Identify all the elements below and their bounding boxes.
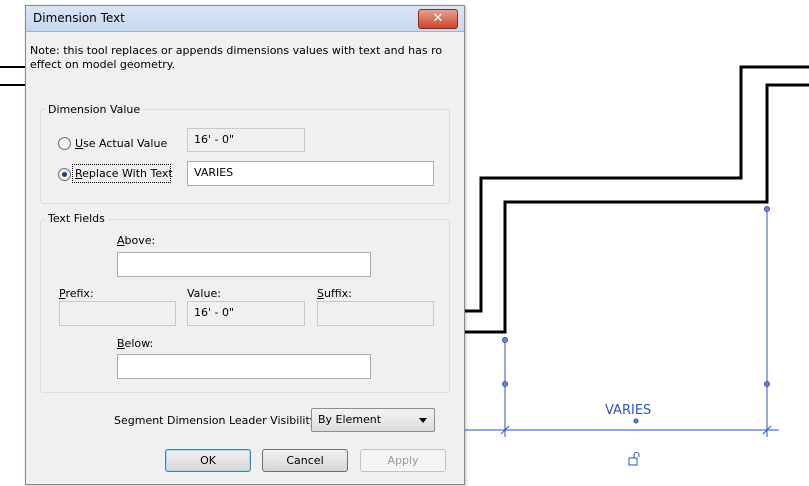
use-actual-value-label[interactable]: Use Actual Value (75, 137, 167, 150)
dimension-value-group-label: Dimension Value (45, 103, 144, 116)
wall-line-inner (463, 83, 809, 334)
ok-button[interactable]: OK (165, 449, 251, 472)
suffix-label-text: uffix: (323, 287, 352, 300)
suffix-label: Suffix: (317, 287, 352, 300)
prefix-input[interactable] (59, 301, 176, 326)
below-input[interactable] (117, 354, 371, 379)
grip-right-top[interactable] (764, 206, 770, 212)
text-fields-group-label: Text Fields (45, 212, 108, 225)
cancel-button[interactable]: Cancel (262, 449, 348, 472)
grip-right-mid[interactable] (764, 381, 770, 387)
close-icon[interactable]: ✕ (418, 9, 458, 29)
above-input[interactable] (117, 252, 371, 277)
dimension-value-text[interactable]: VARIES (605, 403, 651, 418)
grip-left-mid[interactable] (502, 381, 508, 387)
grip-left-top[interactable] (502, 337, 508, 343)
leader-visibility-select[interactable]: By Element (311, 408, 435, 432)
grip-text[interactable] (633, 418, 639, 424)
leader-visibility-selected: By Element (318, 413, 382, 426)
suffix-label-mnemonic: S (317, 287, 324, 300)
note-text: Note: this tool replaces or appends dime… (30, 44, 443, 71)
dimension-value-group (40, 109, 450, 204)
value-field: 16' - 0" (187, 301, 305, 326)
dimension-lock-icon[interactable] (628, 452, 642, 466)
value-label: Value: (187, 287, 221, 300)
dialog-titlebar[interactable]: Dimension Text ✕ (26, 6, 464, 32)
replace-with-text-input[interactable]: VARIES (187, 161, 434, 186)
below-label-mnemonic: B (117, 337, 125, 350)
below-label: Below: (117, 337, 153, 350)
replace-with-text-radio[interactable] (58, 168, 71, 181)
use-actual-value-radio[interactable] (58, 137, 71, 150)
above-label-text: bove: (124, 234, 156, 247)
replace-with-text-label-text: eplace With Text (82, 167, 173, 180)
dimension-text-dialog: Dimension Text ✕ Note: this tool replace… (25, 5, 465, 485)
use-actual-value-label-mnemonic: U (75, 137, 84, 150)
prefix-label: Prefix: (59, 287, 94, 300)
below-label-text: elow: (124, 337, 154, 350)
replace-with-text-label[interactable]: Replace With Text (75, 167, 173, 180)
prefix-label-text: refix: (65, 287, 94, 300)
use-actual-value-label-text: se Actual Value (83, 137, 168, 150)
above-label: Above: (117, 234, 155, 247)
dialog-title: Dimension Text (33, 11, 125, 25)
above-label-mnemonic: A (117, 234, 125, 247)
actual-value-field: 16' - 0" (187, 128, 305, 152)
leader-visibility-label: Segment Dimension Leader Visibility: (114, 414, 320, 427)
wall-line-outer (463, 65, 809, 313)
chevron-down-icon (419, 418, 427, 423)
suffix-input[interactable] (317, 301, 434, 326)
apply-button[interactable]: Apply (360, 449, 446, 472)
